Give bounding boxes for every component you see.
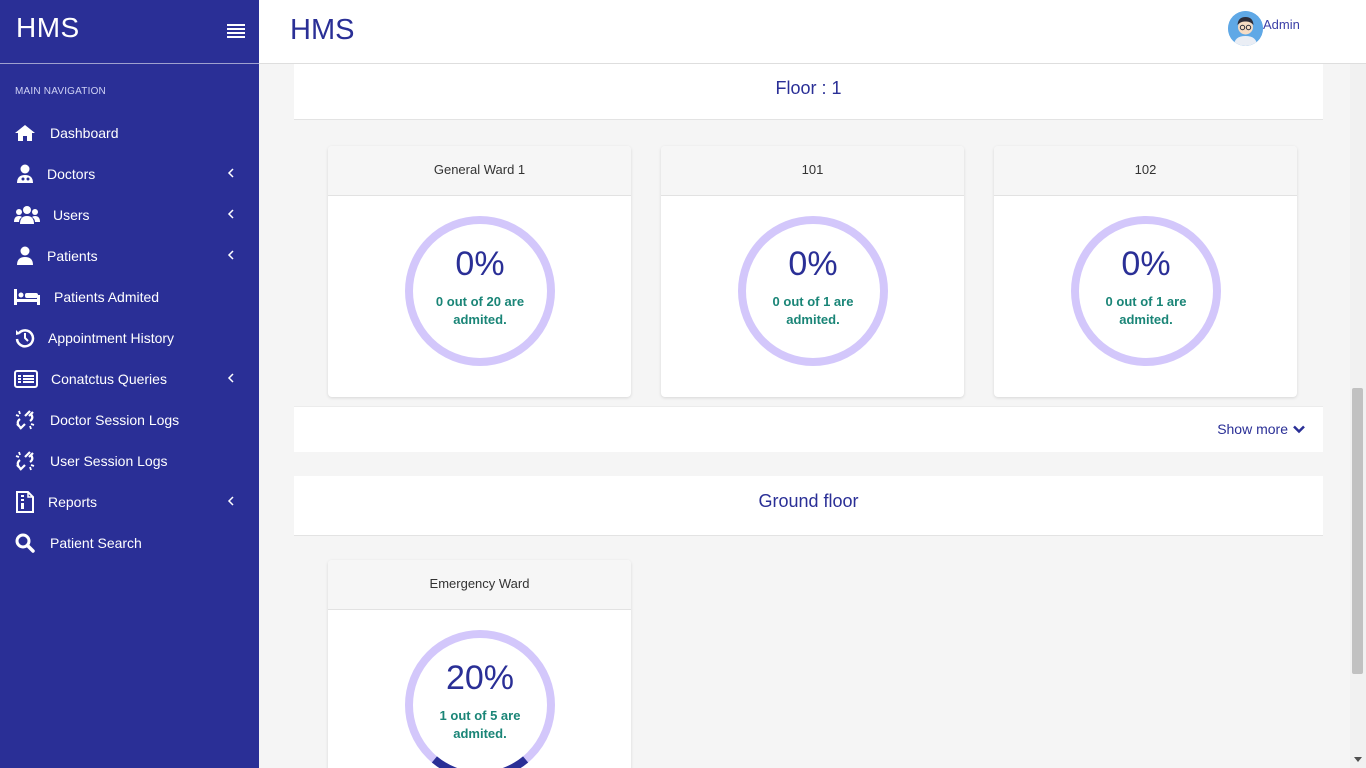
occupancy-ring: 20% 1 out of 5 are admited. [404,629,556,768]
floor-title: Floor : 1 [294,64,1323,120]
sidebar-item-label: Appointment History [48,330,175,346]
list-icon [14,369,38,389]
user-menu-label[interactable]: Admin [1263,17,1300,32]
sidebar-item-patient-search[interactable]: Patient Search [0,522,259,563]
ward-name: 101 [661,146,964,196]
occupancy-percent: 0% [788,245,838,283]
scroll-down-arrow-icon[interactable] [1354,757,1362,762]
show-more-button[interactable]: Show more [1217,421,1305,437]
sidebar-item-users[interactable]: Users [0,194,259,235]
sidebar-item-label: User Session Logs [50,453,168,469]
chevron-left-icon[interactable] [226,250,236,260]
main-navigation: Dashboard Doctors Users Patients Patient… [0,112,259,563]
ward-card: General Ward 1 0% 0 out of 20 are admite… [328,146,631,397]
floor-panel: Floor : 1 General Ward 1 0% 0 out of 20 … [294,64,1323,452]
sidebar-item-label: Dashboard [50,125,119,141]
ward-name: Emergency Ward [328,560,631,610]
users-icon [14,205,40,225]
sidebar-item-label: Doctor Session Logs [50,412,180,428]
sidebar-brand: HMS [0,0,259,64]
sidebar-item-label: Users [53,207,90,223]
ward-name: 102 [994,146,1297,196]
sidebar: HMS MAIN NAVIGATION Dashboard Doctors Us… [0,0,259,768]
show-more-label: Show more [1217,421,1288,437]
occupancy-note: 0 out of 1 are admited. [772,294,854,327]
occupancy-percent: 0% [1121,245,1171,283]
unlink-icon [14,451,36,471]
report-icon [14,491,36,513]
occupancy-note: 1 out of 5 are admited. [439,708,521,741]
history-icon [14,328,36,348]
avatar[interactable] [1228,11,1263,46]
sidebar-item-appointment-history[interactable]: Appointment History [0,317,259,358]
ward-card: 102 0% 0 out of 1 are admited. [994,146,1297,397]
user-icon [14,246,36,266]
brand-name[interactable]: HMS [16,12,80,44]
occupancy-ring: 0% 0 out of 1 are admited. [1070,215,1222,367]
chevron-left-icon[interactable] [226,496,236,506]
sidebar-item-label: Patient Search [50,535,142,551]
topbar: HMS Admin [259,0,1366,64]
ward-name: General Ward 1 [328,146,631,196]
doctor-icon [14,164,36,184]
bed-icon [14,287,40,307]
sidebar-item-contactus-queries[interactable]: Conatctus Queries [0,358,259,399]
chevron-down-icon [1293,425,1305,433]
occupancy-percent: 20% [445,659,515,697]
sidebar-item-doctor-session-logs[interactable]: Doctor Session Logs [0,399,259,440]
sidebar-item-reports[interactable]: Reports [0,481,259,522]
sidebar-item-label: Patients [47,248,98,264]
occupancy-percent: 0% [455,245,505,283]
page-title: HMS [290,14,355,46]
sidebar-item-dashboard[interactable]: Dashboard [0,112,259,153]
occupancy-ring: 0% 0 out of 1 are admited. [737,215,889,367]
home-icon [14,123,36,143]
floor-panel: Ground floor Emergency Ward 20% 1 out of… [294,476,1323,768]
ward-card: Emergency Ward 20% 1 out of 5 are admite… [328,560,631,768]
sidebar-item-label: Conatctus Queries [51,371,167,387]
search-icon [14,533,36,553]
occupancy-ring: 0% 0 out of 20 are admited. [404,215,556,367]
ward-card: 101 0% 0 out of 1 are admited. [661,146,964,397]
occupancy-note: 0 out of 1 are admited. [1105,294,1187,327]
sidebar-item-label: Doctors [47,166,96,182]
sidebar-item-user-session-logs[interactable]: User Session Logs [0,440,259,481]
sidebar-item-label: Patients Admited [54,289,160,305]
chevron-left-icon[interactable] [226,209,236,219]
chevron-left-icon[interactable] [226,168,236,178]
sidebar-item-patients-admited[interactable]: Patients Admited [0,276,259,317]
floor-title: Ground floor [294,476,1323,536]
occupancy-fill-arc [431,756,529,768]
unlink-icon [14,410,36,430]
floor-footer: Show more [294,406,1323,452]
sidebar-item-doctors[interactable]: Doctors [0,153,259,194]
chevron-left-icon[interactable] [226,373,236,383]
sidebar-item-patients[interactable]: Patients [0,235,259,276]
sidebar-item-label: Reports [48,494,98,510]
menu-toggle-icon[interactable] [227,24,245,38]
occupancy-note: 0 out of 20 are admited. [435,294,525,327]
nav-header: MAIN NAVIGATION [15,86,106,97]
scrollbar-thumb[interactable] [1352,388,1363,674]
